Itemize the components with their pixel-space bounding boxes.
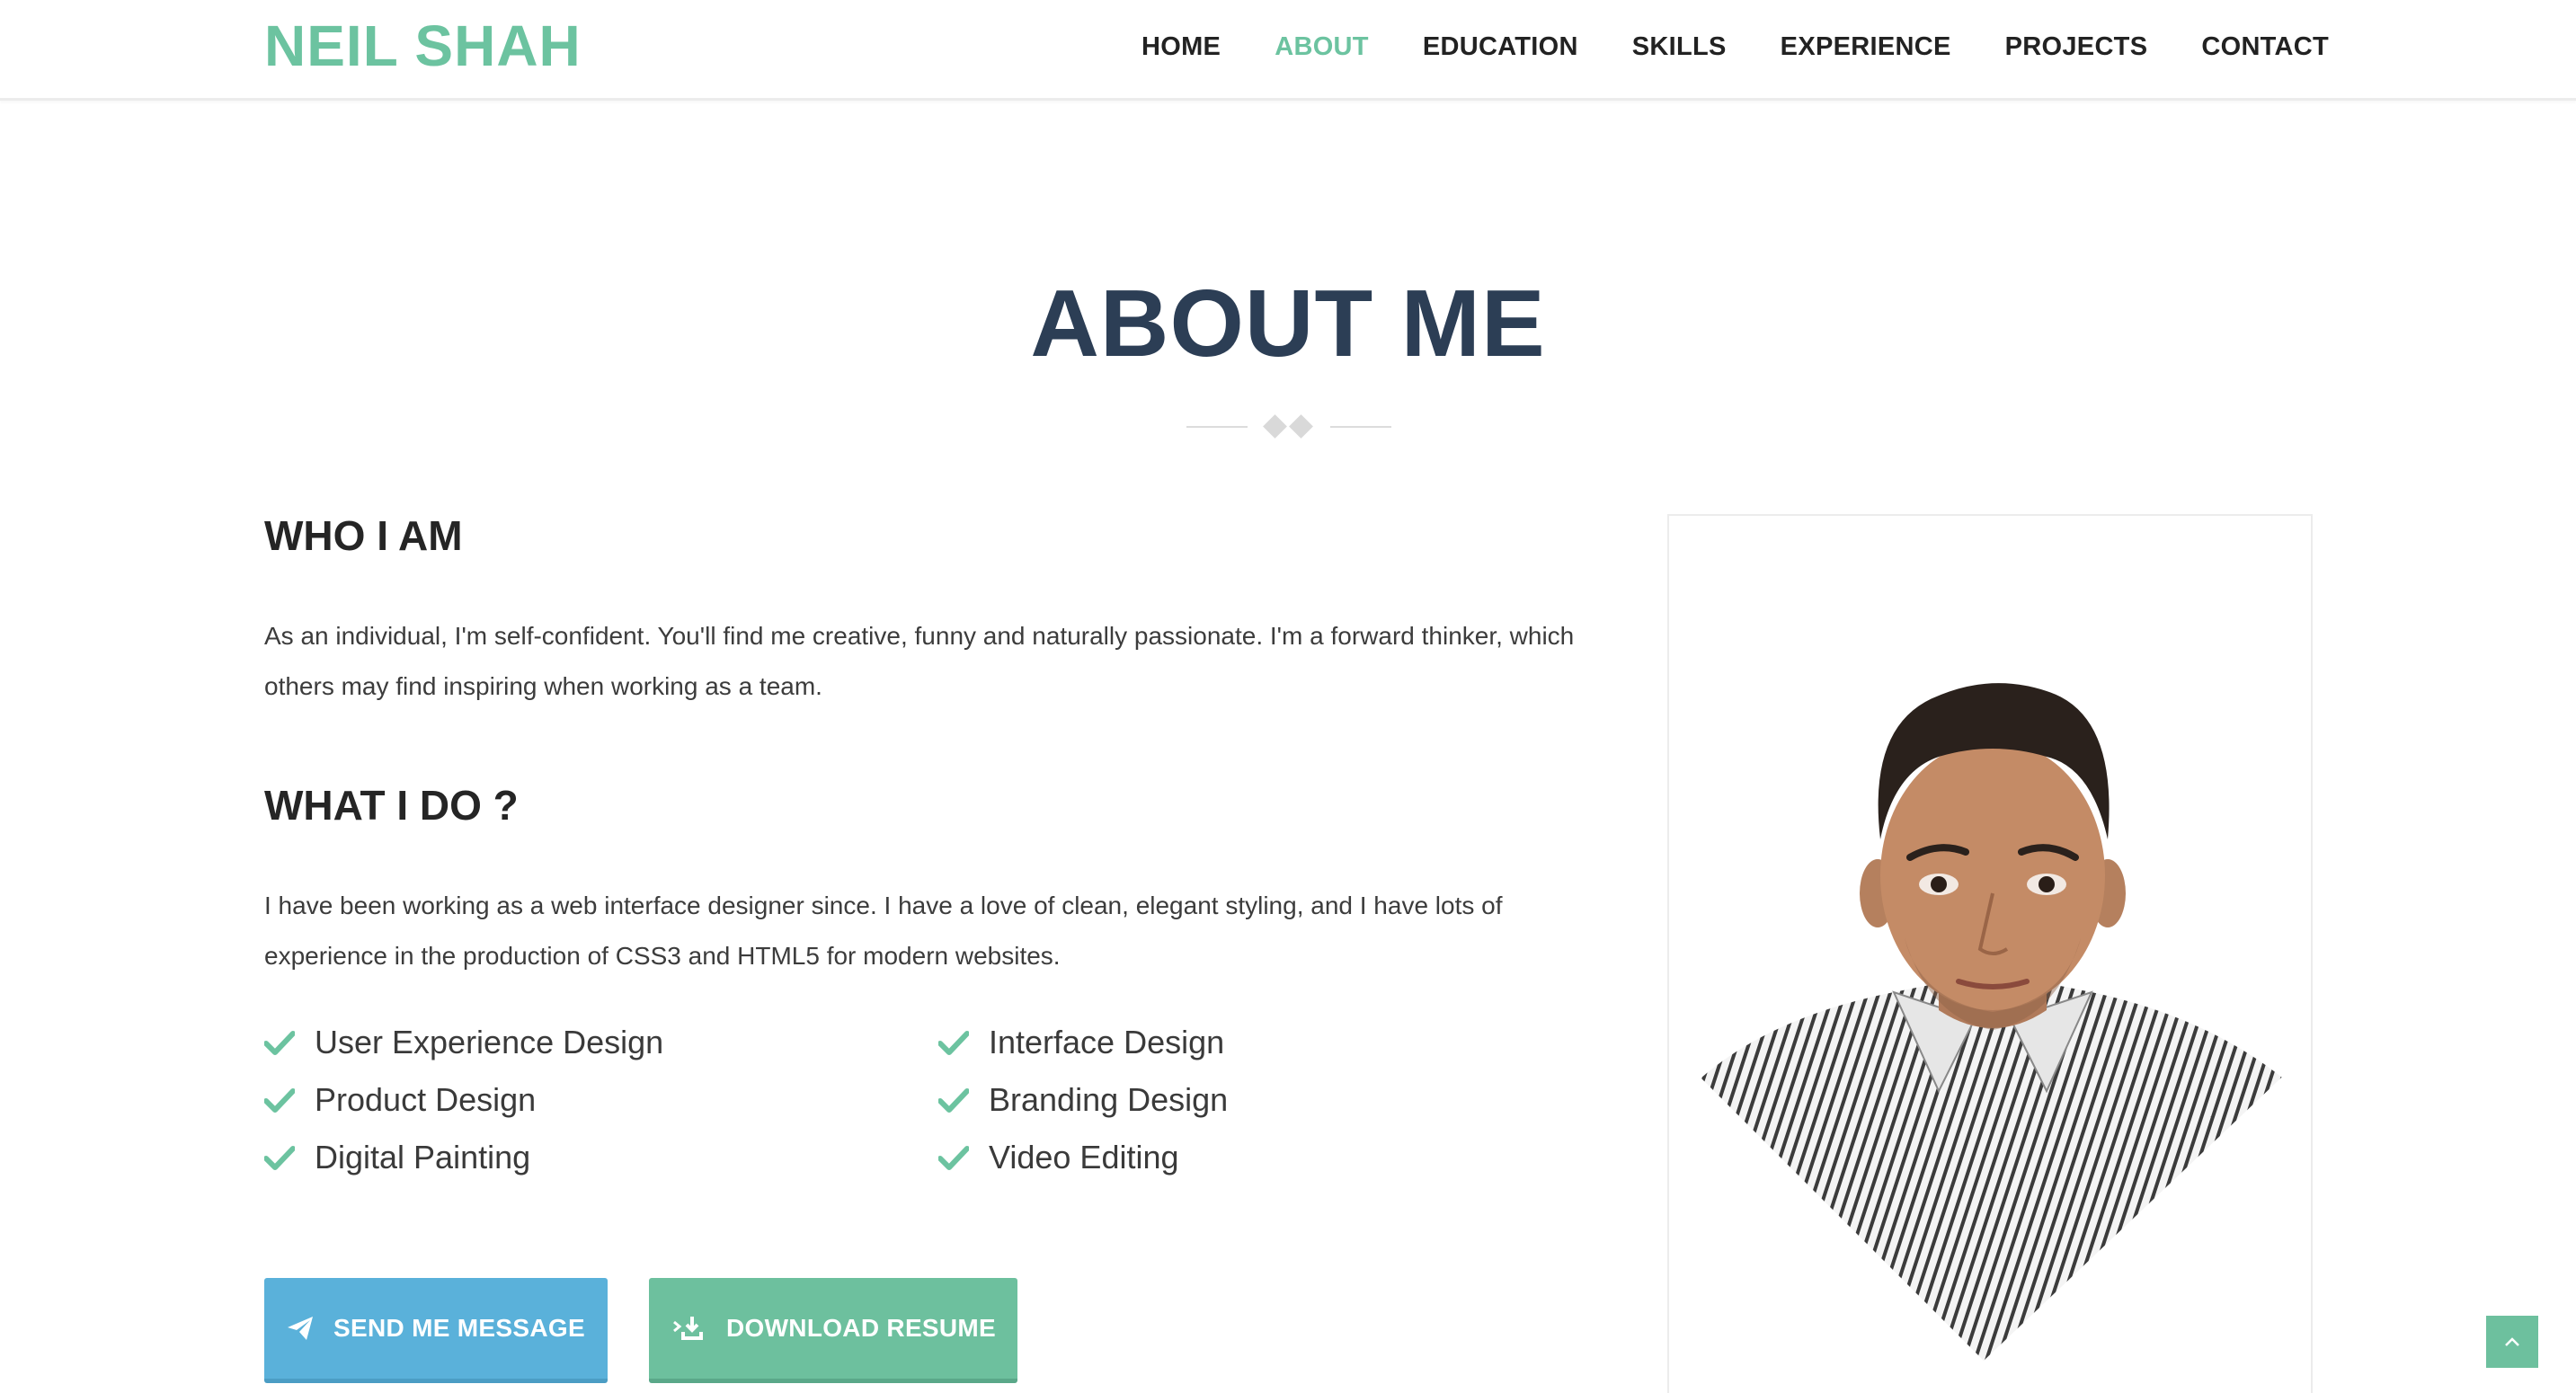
skill-item: Video Editing <box>938 1138 1343 1177</box>
section-title: ABOUT ME <box>1030 271 1546 377</box>
skills-list: User Experience Design Interface Design … <box>264 1023 1343 1177</box>
who-text: As an individual, I'm self-confident. Yo… <box>264 622 1575 700</box>
check-icon <box>264 1031 295 1055</box>
paper-plane-icon <box>287 1316 314 1341</box>
divider-line-left <box>1186 426 1248 428</box>
skill-item: Digital Painting <box>264 1138 938 1177</box>
skill-label: Branding Design <box>989 1081 1229 1118</box>
profile-photo-card <box>1667 514 2313 1393</box>
what-text: I have been working as a web interface d… <box>264 892 1503 970</box>
divider-line-right <box>1330 426 1391 428</box>
download-resume-label: DOWNLOAD RESUME <box>725 1314 997 1342</box>
send-message-button[interactable]: SEND ME MESSAGE <box>264 1278 608 1383</box>
diamond-icon <box>1289 414 1313 439</box>
skill-item: User Experience Design <box>264 1023 938 1062</box>
download-icon <box>671 1315 706 1342</box>
skill-label: Interface Design <box>989 1024 1225 1060</box>
check-icon <box>938 1088 969 1113</box>
back-to-top-button[interactable] <box>2486 1316 2538 1368</box>
check-icon <box>264 1088 295 1113</box>
title-divider <box>1186 413 1391 440</box>
skill-label: Product Design <box>315 1081 537 1118</box>
nav-item-projects[interactable]: PROJECTS <box>2005 31 2148 63</box>
what-heading: WHAT I DO ? <box>264 782 519 829</box>
brand-logo[interactable]: NEIL SHAH <box>264 14 582 77</box>
check-icon <box>264 1146 295 1170</box>
skill-label: User Experience Design <box>315 1024 664 1060</box>
nav-item-home[interactable]: HOME <box>1141 31 1221 63</box>
check-icon <box>938 1146 969 1170</box>
nav-item-experience[interactable]: EXPERIENCE <box>1781 31 1951 63</box>
skill-label: Digital Painting <box>315 1139 531 1176</box>
who-heading: WHO I AM <box>264 512 463 559</box>
check-icon <box>938 1031 969 1055</box>
nav-item-skills[interactable]: SKILLS <box>1632 31 1727 63</box>
skill-item: Branding Design <box>938 1080 1343 1120</box>
chevron-up-icon <box>2505 1337 2519 1346</box>
nav-item-education[interactable]: EDUCATION <box>1423 31 1578 63</box>
diamond-icon <box>1263 414 1287 439</box>
profile-photo <box>1669 516 2311 1361</box>
send-message-label: SEND ME MESSAGE <box>333 1314 585 1342</box>
navbar: NEIL SHAH HOME ABOUT EDUCATION SKILLS EX… <box>0 0 2576 101</box>
skill-item: Product Design <box>264 1080 938 1120</box>
nav-item-about[interactable]: ABOUT <box>1275 31 1369 63</box>
skill-label: Video Editing <box>989 1139 1179 1176</box>
main-nav: HOME ABOUT EDUCATION SKILLS EXPERIENCE P… <box>1141 31 2329 63</box>
nav-item-contact[interactable]: CONTACT <box>2201 31 2329 63</box>
skill-item: Interface Design <box>938 1023 1343 1062</box>
download-resume-button[interactable]: DOWNLOAD RESUME <box>649 1278 1017 1383</box>
